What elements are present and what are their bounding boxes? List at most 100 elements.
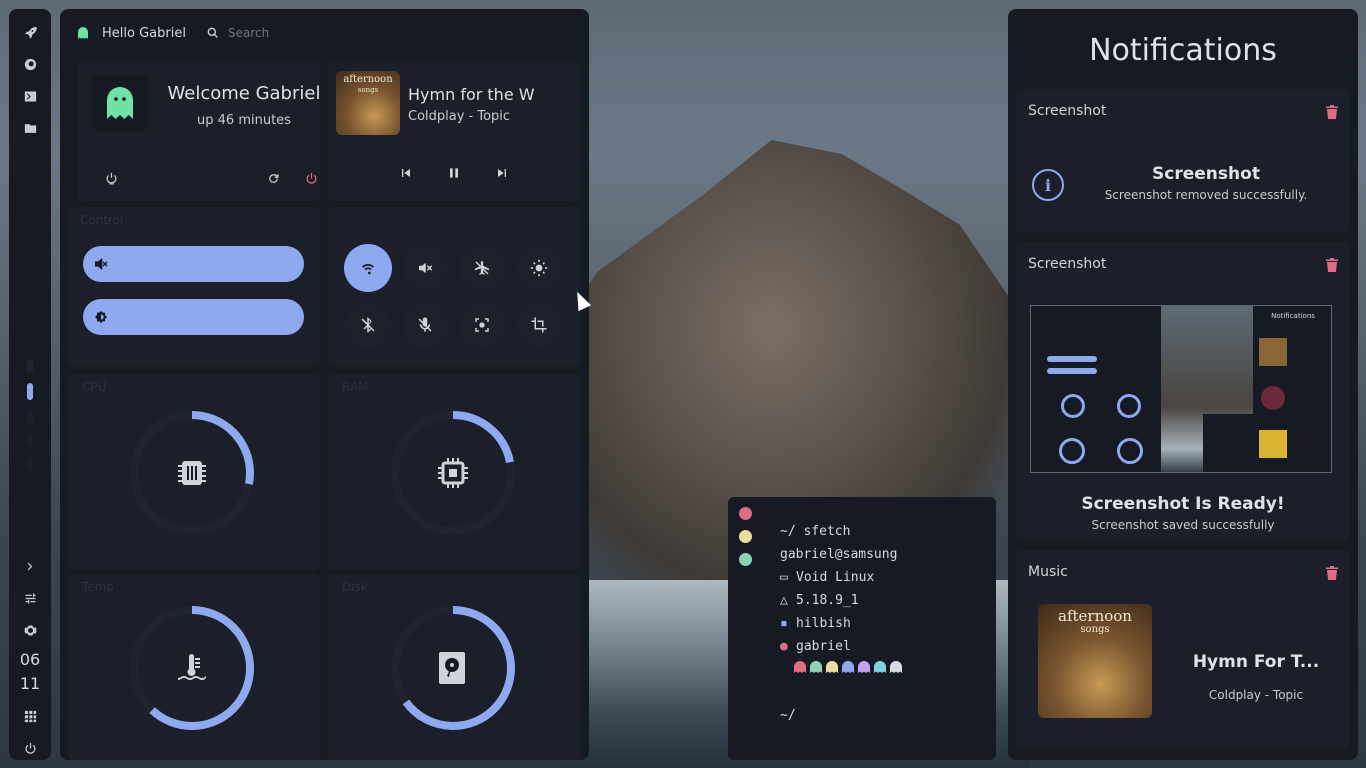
mic-off-icon bbox=[418, 317, 432, 332]
mic-toggle[interactable] bbox=[402, 302, 448, 348]
folder-icon[interactable] bbox=[18, 117, 42, 140]
terminal-prompt: ~/ bbox=[780, 708, 796, 723]
disk-card: Disk bbox=[328, 574, 580, 760]
notification-body: Coldplay - Topic bbox=[1208, 688, 1304, 702]
volume-slider[interactable] bbox=[83, 246, 304, 282]
search-input[interactable] bbox=[227, 26, 368, 40]
hard-disk-icon bbox=[439, 652, 465, 684]
topbar: Hello Gabriel bbox=[60, 9, 589, 57]
workspace-indicator-1[interactable] bbox=[27, 359, 33, 374]
airplane-toggle[interactable] bbox=[459, 245, 505, 291]
notification-app-name: Screenshot bbox=[1028, 103, 1107, 119]
terminal-kernel-line: △ 5.18.9_1 bbox=[780, 593, 859, 608]
terminal-close-dot[interactable] bbox=[739, 507, 752, 520]
workspace-indicator-4[interactable] bbox=[27, 433, 33, 448]
clock-minute: 11 bbox=[19, 673, 41, 693]
notification-app-name: Screenshot bbox=[1028, 256, 1107, 272]
terminal-minimize-dot[interactable] bbox=[739, 530, 752, 543]
terminal-icon[interactable] bbox=[18, 85, 42, 108]
light-theme-toggle[interactable] bbox=[516, 245, 562, 291]
cpu-icon bbox=[178, 461, 206, 485]
track-title: Hymn for the W bbox=[408, 85, 535, 104]
brightness-icon bbox=[95, 311, 107, 323]
ghost-avatar-icon bbox=[107, 87, 133, 119]
restart-button[interactable] bbox=[262, 167, 284, 189]
ram-label: RAM bbox=[342, 380, 369, 394]
brightness-slider[interactable] bbox=[83, 299, 304, 335]
pause-button[interactable] bbox=[446, 165, 462, 185]
crop-toggle[interactable] bbox=[516, 302, 562, 348]
clock: 06 11 bbox=[20, 648, 40, 696]
welcome-title: Welcome Gabriel bbox=[167, 83, 321, 104]
info-icon: i bbox=[1032, 169, 1064, 201]
terminal-user: gabriel bbox=[796, 639, 851, 654]
previous-button[interactable] bbox=[398, 165, 414, 185]
disk-gauge bbox=[391, 606, 515, 730]
cpu-gauge bbox=[130, 411, 254, 535]
workspace-indicator-2[interactable] bbox=[27, 383, 33, 401]
mute-toggle[interactable] bbox=[402, 245, 448, 291]
terminal-userhost: gabriel@samsung bbox=[780, 547, 898, 562]
dock: 06 11 bbox=[9, 9, 51, 760]
screenshot-preview: Notifications bbox=[1030, 305, 1332, 473]
power-icon[interactable] bbox=[18, 737, 42, 760]
shutdown-button[interactable] bbox=[300, 167, 322, 189]
ram-gauge bbox=[391, 411, 515, 535]
preview-title: Notifications bbox=[1271, 312, 1315, 320]
album-text-line1: afternoon bbox=[343, 74, 393, 85]
chevron-right-icon[interactable] bbox=[18, 555, 42, 578]
notification-card-3[interactable]: Music afternoon songs Hymn For T... Coldp… bbox=[1016, 550, 1350, 749]
ghost-icon bbox=[794, 661, 806, 673]
airplane-off-icon bbox=[474, 261, 490, 275]
notification-card-1[interactable]: Screenshot i Screenshot Screenshot remov… bbox=[1016, 89, 1350, 232]
notification-app-name: Music bbox=[1028, 564, 1068, 580]
ghost-icon bbox=[858, 661, 870, 673]
apps-grid-icon[interactable] bbox=[18, 705, 42, 728]
terminal-command: ~/ sfetch bbox=[780, 524, 851, 539]
rocket-icon[interactable] bbox=[18, 21, 42, 44]
bluetooth-toggle[interactable] bbox=[345, 302, 391, 348]
greeting: Hello Gabriel bbox=[102, 25, 186, 41]
temp-gauge bbox=[130, 606, 254, 730]
shell-icon: ▪ bbox=[780, 616, 788, 631]
notification-heading: Screenshot Is Ready! bbox=[1081, 494, 1285, 514]
notification-heading: Screenshot bbox=[1152, 164, 1260, 184]
notification-card-2[interactable]: Screenshot Notifications Screenshot Is R… bbox=[1016, 242, 1350, 540]
memory-chip-icon bbox=[438, 458, 468, 488]
lock-button[interactable] bbox=[100, 167, 122, 189]
trash-icon[interactable] bbox=[1326, 566, 1338, 580]
trash-icon[interactable] bbox=[1326, 105, 1338, 119]
terminal-window[interactable]: ~/ sfetch gabriel@samsung ▭ Void Linux △ 5… bbox=[728, 497, 996, 760]
bluetooth-off-icon bbox=[361, 317, 375, 333]
search-icon bbox=[207, 27, 218, 38]
linux-icon: △ bbox=[780, 593, 788, 608]
settings-icon[interactable] bbox=[18, 619, 42, 642]
dashboard-panel: Hello Gabriel Welcome Gabriel up 46 minu… bbox=[60, 9, 589, 760]
terminal-os: Void Linux bbox=[796, 570, 875, 585]
music-controls bbox=[328, 149, 580, 201]
control-label: Control bbox=[80, 213, 124, 227]
wifi-icon bbox=[362, 264, 374, 275]
trash-icon[interactable] bbox=[1326, 258, 1338, 272]
terminal-maximize-dot[interactable] bbox=[739, 553, 752, 566]
skip-previous-icon bbox=[402, 169, 410, 177]
ghost-icon bbox=[78, 27, 88, 39]
cpu-label: CPU bbox=[82, 380, 107, 394]
notification-album-text-line2: songs bbox=[1080, 624, 1110, 635]
sliders-icon[interactable] bbox=[18, 587, 42, 610]
standby-icon bbox=[106, 172, 116, 184]
workspace-indicator-3[interactable] bbox=[27, 410, 33, 424]
notification-heading: Hymn For T... bbox=[1192, 652, 1320, 672]
next-button[interactable] bbox=[494, 165, 510, 185]
firefox-icon[interactable] bbox=[18, 53, 42, 76]
avatar bbox=[92, 75, 148, 131]
power-icon bbox=[306, 172, 316, 184]
workspace-indicator-5[interactable] bbox=[27, 457, 33, 471]
screenshot-toggle[interactable] bbox=[459, 302, 505, 348]
album-art: afternoon songs bbox=[336, 71, 400, 135]
notification-album-art: afternoon songs bbox=[1038, 604, 1152, 718]
terminal-color-ghosts bbox=[794, 661, 902, 673]
pause-icon bbox=[450, 168, 458, 178]
wifi-toggle[interactable] bbox=[344, 244, 392, 292]
notification-body: Screenshot saved successfully bbox=[1091, 518, 1275, 532]
